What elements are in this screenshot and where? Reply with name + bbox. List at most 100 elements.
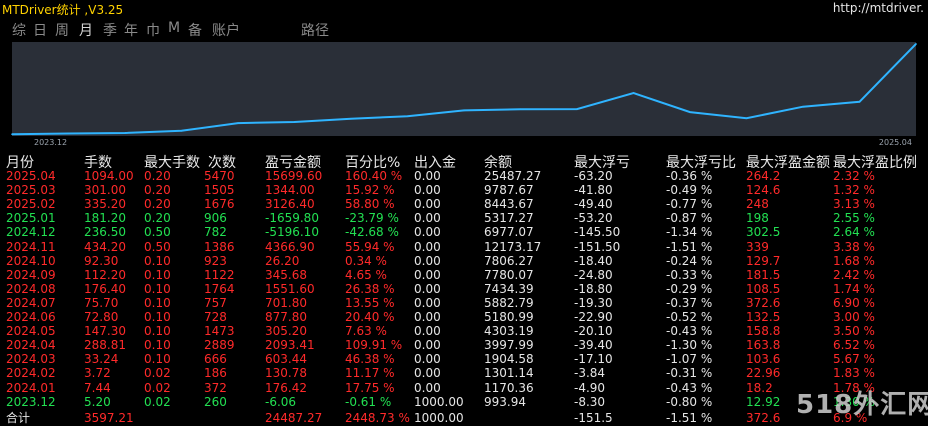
cell-1: 236.50 (84, 225, 126, 240)
cell-11: 1.68 % (833, 253, 875, 268)
cell-1: 147.30 (84, 324, 126, 339)
table-row[interactable]: 2024.02 3.72 0.02 186 130.78 11.17 % 0.00 1301.… (0, 366, 928, 380)
cell-1: 1094.00 (84, 169, 134, 183)
table-row[interactable]: 2023.12 5.20 0.02 260 -6.06 -0.61 % 1000.00 993… (0, 395, 928, 409)
cell-3: 1764 (204, 281, 235, 296)
equity-chart: 2023.12 2025.04 (0, 38, 928, 150)
cell-10: 198 (746, 211, 769, 226)
tab-6[interactable]: 巾 (146, 20, 160, 40)
cell-8: -63.20 (574, 169, 613, 183)
total-cell-10: 372.6 (746, 410, 781, 425)
cell-0: 2025.04 (6, 169, 56, 183)
tab-9[interactable]: 账户 (212, 20, 240, 40)
cell-2: 0.10 (144, 295, 171, 310)
cell-10: 248 (746, 197, 769, 212)
tab-2[interactable]: 周 (55, 20, 69, 40)
cell-3: 1122 (204, 267, 235, 282)
cell-9: -0.77 % (666, 197, 713, 212)
cell-6: 0.00 (414, 239, 441, 254)
tab-1[interactable]: 日 (33, 20, 47, 40)
tab-8[interactable]: 备 (188, 20, 202, 40)
equity-point-2024.07 (406, 115, 409, 117)
cell-6: 0.00 (414, 197, 441, 212)
cell-1: 5.20 (84, 394, 111, 409)
cell-0: 2024.01 (6, 380, 56, 395)
cell-9: -1.51 % (666, 239, 713, 254)
cell-4: 701.80 (265, 295, 307, 310)
cell-11: 3.13 % (833, 197, 875, 212)
cell-7: 5180.99 (484, 310, 534, 324)
x-tick-start: 2023.12 (34, 138, 67, 147)
cell-11: 6.90 % (833, 295, 875, 310)
total-cell-4: 24487.27 (265, 410, 323, 425)
cell-9: -1.34 % (666, 225, 713, 240)
table-row[interactable]: 2024.07 75.70 0.10 757 701.80 13.55 % 0.00 5882… (0, 296, 928, 310)
cell-4: 603.44 (265, 352, 307, 367)
cell-8: -3.84 (574, 366, 606, 381)
tab-7[interactable]: M (168, 20, 180, 36)
cell-8: -19.30 (574, 295, 613, 310)
cell-2: 0.20 (144, 169, 171, 183)
cell-2: 0.10 (144, 253, 171, 268)
tab-0[interactable]: 综 (12, 20, 26, 40)
cell-8: -20.10 (574, 324, 613, 339)
cell-6: 0.00 (414, 366, 441, 381)
table-row[interactable]: 2025.02 335.20 0.20 1676 3126.40 58.80 % 0.00 8… (0, 197, 928, 211)
table-row[interactable]: 2025.03 301.00 0.20 1505 1344.00 15.92 % 0.00 9… (0, 183, 928, 197)
cell-11: 1.32 % (833, 183, 875, 198)
table-row[interactable]: 2024.10 92.30 0.10 923 26.20 0.34 % 0.00 7806.2… (0, 254, 928, 268)
cell-11: 6.52 % (833, 338, 875, 353)
tab-5[interactable]: 年 (124, 20, 138, 40)
table-row[interactable]: 2025.01 181.20 0.20 906 -1659.80 -23.79 % 0.00… (0, 211, 928, 225)
table-row[interactable]: 2025.04 1094.00 0.20 5470 15699.60 160.40 % 0.… (0, 169, 928, 183)
cell-4: 130.78 (265, 366, 307, 381)
cell-3: 728 (204, 310, 227, 324)
cell-3: 1505 (204, 183, 235, 198)
tab-4[interactable]: 季 (103, 20, 117, 40)
cell-3: 666 (204, 352, 227, 367)
cell-7: 9787.67 (484, 183, 534, 198)
cell-4: 1551.60 (265, 281, 315, 296)
total-cell-0: 合计 (6, 410, 31, 425)
cell-6: 0.00 (414, 380, 441, 395)
tab-3[interactable]: 月 (79, 20, 93, 40)
cell-2: 0.10 (144, 324, 171, 339)
cell-6: 0.00 (414, 310, 441, 324)
cell-7: 25487.27 (484, 169, 542, 183)
cell-11: 2.64 % (833, 225, 875, 240)
cell-2: 0.10 (144, 338, 171, 353)
table-row[interactable]: 2024.06 72.80 0.10 728 877.80 20.40 % 0.00 5180… (0, 310, 928, 324)
cell-8: -145.50 (574, 225, 621, 240)
cell-1: 33.24 (84, 352, 119, 367)
table-row[interactable]: 2024.09 112.20 0.10 1122 345.68 4.65 % 0.00 778… (0, 268, 928, 282)
cell-4: 26.20 (265, 253, 300, 268)
cell-1: 288.81 (84, 338, 126, 353)
cell-9: -0.33 % (666, 267, 713, 282)
cell-4: -6.06 (265, 394, 297, 409)
equity-point-2024.11 (632, 92, 635, 94)
table-row[interactable]: 2024.11 434.20 0.50 1386 4366.90 55.94 % 0.00 1… (0, 240, 928, 254)
table-row[interactable]: 2024.08 176.40 0.10 1764 1551.60 26.38 % 0.00 7… (0, 282, 928, 296)
table-row[interactable]: 2024.12 236.50 0.50 782 -5196.10 -42.68 % 0.00… (0, 225, 928, 239)
tab-10[interactable]: 路径 (301, 20, 329, 40)
cell-2: 0.20 (144, 211, 171, 226)
cell-2: 0.10 (144, 281, 171, 296)
cell-9: -0.49 % (666, 183, 713, 198)
table-row[interactable]: 2024.03 33.24 0.10 666 603.44 46.38 % 0.00 1904… (0, 352, 928, 366)
cell-2: 0.20 (144, 197, 171, 212)
cell-0: 2024.06 (6, 310, 56, 324)
table-row[interactable]: 2024.05 147.30 0.10 1473 305.20 7.63 % 0.00 430… (0, 324, 928, 338)
cell-10: 264.2 (746, 169, 781, 183)
table-row[interactable]: 2024.01 7.44 0.02 372 176.42 17.75 % 0.00 1170.… (0, 381, 928, 395)
cell-7: 1170.36 (484, 380, 534, 395)
cell-4: 1344.00 (265, 183, 315, 198)
cell-11: 1.83 % (833, 366, 875, 381)
cell-9: -0.31 % (666, 366, 713, 381)
site-url[interactable]: http://mtdriver. (833, 1, 924, 15)
table-row[interactable]: 2024.04 288.81 0.10 2889 2093.41 109.91 % 0.00… (0, 338, 928, 352)
cell-3: 2889 (204, 338, 235, 353)
table-total-row: 合计 3597.21 24487.27 2448.73 % 1000.00 -151.5 -… (0, 411, 928, 425)
equity-point-2025.03 (858, 100, 861, 103)
cell-5: 20.40 % (345, 310, 395, 324)
equity-point-2024.06 (350, 117, 352, 120)
